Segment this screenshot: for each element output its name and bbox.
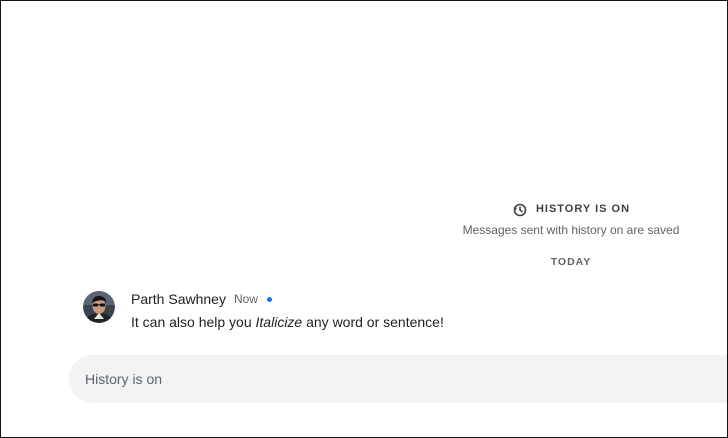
message-text-italic: Italicize — [255, 314, 303, 330]
avatar[interactable] — [83, 291, 115, 323]
message-time: Now — [233, 292, 258, 306]
message-text-after: any word or sentence! — [302, 314, 444, 330]
history-title-row: HISTORY IS ON — [441, 199, 701, 219]
history-subtitle: Messages sent with history on are saved — [462, 223, 680, 237]
message-text: It can also help you Italicize any word … — [131, 314, 707, 330]
message-item: Parth Sawhney Now It can also help you I… — [83, 289, 707, 337]
message-body: Parth Sawhney Now It can also help you I… — [131, 289, 707, 330]
message-composer[interactable] — [69, 355, 727, 403]
chat-window: HISTORY IS ON Messages sent with history… — [0, 0, 728, 438]
message-text-before: It can also help you — [131, 314, 256, 330]
unread-dot — [266, 296, 272, 302]
history-notice: HISTORY IS ON Messages sent with history… — [441, 199, 701, 237]
message-input[interactable] — [85, 355, 685, 403]
message-header: Parth Sawhney Now — [131, 289, 707, 309]
history-icon — [512, 202, 528, 218]
history-title: HISTORY IS ON — [535, 203, 631, 215]
date-divider: TODAY — [550, 256, 592, 268]
sender-name[interactable]: Parth Sawhney — [131, 291, 226, 307]
